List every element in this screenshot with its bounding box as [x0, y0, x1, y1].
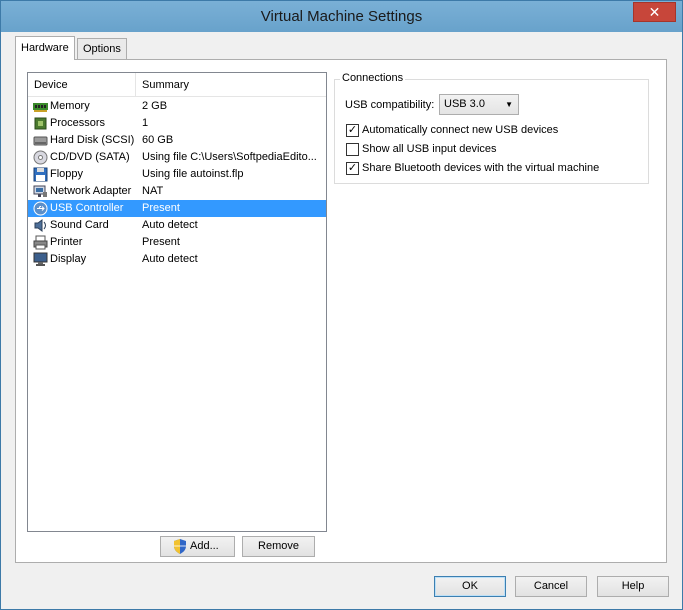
- device-summary: Auto detect: [142, 253, 198, 265]
- device-name: CD/DVD (SATA): [50, 151, 130, 163]
- usb-controller-icon: [33, 201, 48, 216]
- device-summary: Using file autoinst.flp: [142, 168, 244, 180]
- tab-options[interactable]: Options: [77, 38, 127, 59]
- usb-compatibility-value: USB 3.0: [444, 98, 485, 110]
- column-header-summary[interactable]: Summary: [136, 73, 326, 97]
- close-button[interactable]: ✕: [633, 2, 676, 22]
- device-name: Hard Disk (SCSI): [50, 134, 135, 146]
- processor-icon: [34, 117, 47, 130]
- help-button[interactable]: Help: [597, 576, 669, 597]
- device-name: Memory: [50, 100, 90, 112]
- column-header-device[interactable]: Device: [28, 73, 136, 97]
- cd-dvd-icon: [33, 150, 48, 165]
- connections-group-title: Connections: [340, 72, 406, 84]
- show-all-usb-input-label: Show all USB input devices: [362, 143, 497, 155]
- display-icon: [33, 252, 48, 266]
- device-name: USB Controller: [50, 202, 124, 214]
- device-row-usb-controller[interactable]: USB Controller Present: [28, 200, 326, 217]
- ok-button[interactable]: OK: [434, 576, 506, 597]
- device-row-sound-card[interactable]: Sound Card Auto detect: [28, 217, 326, 234]
- device-list[interactable]: Device Summary Memory 2 GB Processors 1: [27, 72, 327, 532]
- hard-disk-icon: [33, 136, 48, 146]
- network-adapter-icon: [33, 185, 47, 197]
- device-summary: 60 GB: [142, 134, 174, 146]
- printer-icon: [33, 235, 48, 250]
- auto-connect-usb-label: Automatically connect new USB devices: [362, 124, 559, 136]
- device-row-printer[interactable]: Printer Present: [28, 234, 326, 251]
- usb-compatibility-select[interactable]: USB 3.0 ▼: [439, 94, 519, 115]
- device-rows: Memory 2 GB Processors 1 Hard Disk (SCSI…: [28, 98, 326, 268]
- device-name: Network Adapter: [50, 185, 132, 197]
- device-name: Floppy: [50, 168, 84, 180]
- sound-card-icon: [34, 219, 46, 232]
- device-row-hard-disk[interactable]: Hard Disk (SCSI) 60 GB: [28, 132, 326, 149]
- device-list-header: Device Summary: [28, 73, 326, 97]
- device-summary: NAT: [142, 185, 164, 197]
- add-device-button[interactable]: Add...: [160, 536, 235, 557]
- chevron-down-icon: ▼: [505, 100, 513, 109]
- dialog-client-area: Hardware Options Device Summary Memory 2…: [8, 32, 675, 604]
- add-button-label: Add...: [190, 540, 219, 552]
- device-row-cd-dvd[interactable]: CD/DVD (SATA) Using file C:\Users\Softpe…: [28, 149, 326, 166]
- device-name: Sound Card: [50, 219, 109, 231]
- show-all-usb-input-checkbox[interactable]: [346, 143, 359, 156]
- hardware-tab-panel: Device Summary Memory 2 GB Processors 1: [15, 59, 667, 563]
- remove-device-button[interactable]: Remove: [242, 536, 315, 557]
- device-summary: Using file C:\Users\SoftpediaEdito...: [142, 151, 317, 163]
- title-bar[interactable]: Virtual Machine Settings ✕: [1, 1, 682, 32]
- device-row-memory[interactable]: Memory 2 GB: [28, 98, 326, 115]
- device-name: Display: [50, 253, 87, 265]
- tab-hardware[interactable]: Hardware: [15, 36, 75, 60]
- device-summary: Present: [142, 202, 180, 214]
- connections-group: Connections USB compatibility: USB 3.0 ▼…: [334, 72, 649, 184]
- device-summary: 1: [142, 117, 149, 129]
- device-summary: 2 GB: [142, 100, 168, 112]
- cancel-button[interactable]: Cancel: [515, 576, 587, 597]
- memory-icon: [33, 103, 48, 112]
- shield-icon: [174, 539, 186, 554]
- share-bluetooth-checkbox[interactable]: ✓: [346, 162, 359, 175]
- device-row-floppy[interactable]: Floppy Using file autoinst.flp: [28, 166, 326, 183]
- share-bluetooth-label: Share Bluetooth devices with the virtual…: [362, 162, 600, 174]
- device-summary: Auto detect: [142, 219, 198, 231]
- device-row-network-adapter[interactable]: Network Adapter NAT: [28, 183, 326, 200]
- device-row-display[interactable]: Display Auto detect: [28, 251, 326, 268]
- auto-connect-usb-checkbox[interactable]: ✓: [346, 124, 359, 137]
- window-title: Virtual Machine Settings: [260, 8, 423, 25]
- usb-compatibility-label: USB compatibility:: [345, 99, 435, 111]
- floppy-icon: [33, 167, 48, 182]
- device-name: Printer: [50, 236, 83, 248]
- device-name: Processors: [50, 117, 106, 129]
- device-row-processors[interactable]: Processors 1: [28, 115, 326, 132]
- vm-settings-window: Virtual Machine Settings ✕ Hardware Opti…: [0, 0, 683, 610]
- device-summary: Present: [142, 236, 180, 248]
